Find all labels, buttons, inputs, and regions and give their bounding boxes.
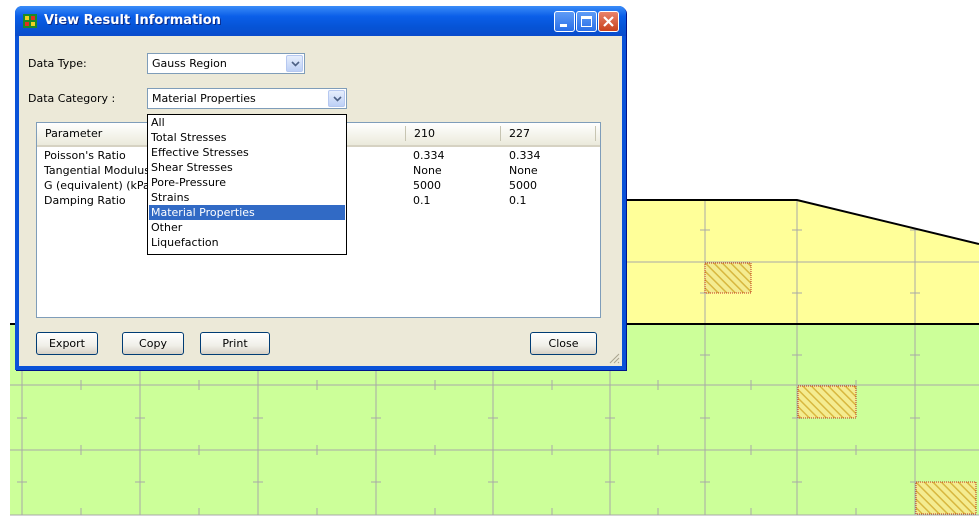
parameter-cell: G (equivalent) (kPa) (44, 179, 155, 192)
data-type-value: Gauss Region (152, 57, 227, 70)
window-title: View Result Information (44, 13, 221, 28)
close-icon (603, 16, 614, 27)
column-separator (595, 126, 596, 141)
data-category-label: Data Category : (28, 92, 116, 105)
dropdown-option-all[interactable]: All (149, 115, 345, 130)
value-cell: 5000 (413, 179, 441, 192)
dropdown-option-pore-pressure[interactable]: Pore-Pressure (149, 175, 345, 190)
parameter-cell: Poisson's Ratio (44, 149, 126, 162)
print-button[interactable]: Print (200, 332, 270, 355)
parameter-cell: Tangential Modulus (44, 164, 150, 177)
dropdown-option-material-properties[interactable]: Material Properties (149, 205, 345, 220)
view-result-dialog: View Result Information Data Type: Gauss… (15, 6, 626, 370)
parameter-cell: Damping Ratio (44, 194, 126, 207)
chevron-down-icon (291, 61, 300, 67)
chevron-down-icon (333, 96, 342, 102)
data-category-dropdown-button[interactable] (328, 90, 345, 107)
copy-button[interactable]: Copy (122, 332, 184, 355)
minimize-button[interactable] (554, 11, 575, 32)
dropdown-option-other[interactable]: Other (149, 220, 345, 235)
dropdown-option-shear-stresses[interactable]: Shear Stresses (149, 160, 345, 175)
column-header-210[interactable]: 210 (414, 127, 435, 140)
minimize-icon (560, 24, 567, 27)
maximize-button[interactable] (576, 11, 597, 32)
selected-element[interactable] (915, 481, 977, 515)
data-category-combo[interactable]: Material Properties (147, 88, 347, 109)
data-category-value: Material Properties (152, 92, 256, 105)
data-category-dropdown-list[interactable]: All Total Stresses Effective Stresses Sh… (147, 114, 347, 255)
app-icon (23, 14, 37, 28)
dropdown-option-effective-stresses[interactable]: Effective Stresses (149, 145, 345, 160)
export-button[interactable]: Export (36, 332, 98, 355)
column-separator (500, 126, 501, 141)
close-button[interactable]: Close (530, 332, 597, 355)
data-type-dropdown-button[interactable] (286, 55, 303, 72)
maximize-icon (581, 16, 592, 27)
column-header-227[interactable]: 227 (509, 127, 530, 140)
value-cell: 0.334 (509, 149, 541, 162)
selected-element[interactable] (797, 385, 857, 419)
value-cell: None (413, 164, 442, 177)
value-cell: 0.1 (413, 194, 431, 207)
resize-grip-icon[interactable] (608, 352, 620, 364)
data-type-combo[interactable]: Gauss Region (147, 53, 305, 74)
dropdown-option-strains[interactable]: Strains (149, 190, 345, 205)
value-cell: 0.334 (413, 149, 445, 162)
dropdown-option-liquefaction[interactable]: Liquefaction (149, 235, 345, 250)
value-cell: 5000 (509, 179, 537, 192)
selected-element[interactable] (704, 262, 752, 294)
value-cell: 0.1 (509, 194, 527, 207)
data-type-label: Data Type: (28, 57, 87, 70)
value-cell: None (509, 164, 538, 177)
close-window-button[interactable] (598, 11, 619, 32)
column-separator (405, 126, 406, 141)
dropdown-option-total-stresses[interactable]: Total Stresses (149, 130, 345, 145)
title-bar[interactable]: View Result Information (15, 6, 626, 36)
dialog-client-area: Data Type: Gauss Region Data Category : … (19, 36, 622, 366)
column-header-parameter[interactable]: Parameter (45, 127, 102, 140)
